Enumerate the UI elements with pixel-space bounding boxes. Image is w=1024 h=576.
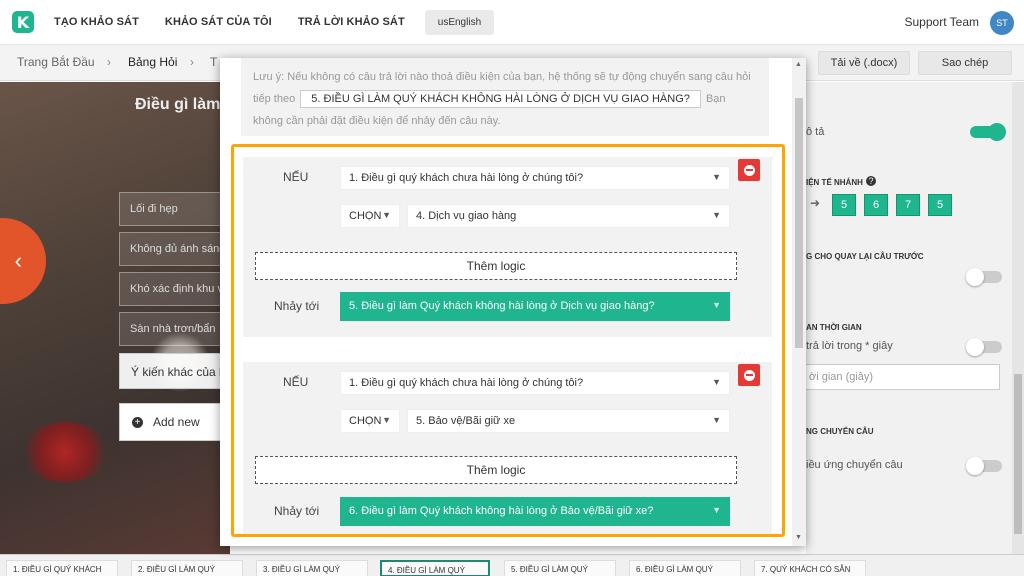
time-limit-description: trả lời trong * giây — [806, 340, 893, 352]
answer-value: 5. Bảo vệ/Bãi giữ xe — [416, 415, 516, 427]
branch-target-box[interactable]: 5 — [928, 194, 952, 216]
jump-to-label: Nhảy tới — [274, 299, 320, 313]
operator-value: CHỌN — [349, 415, 382, 427]
language-selector[interactable]: usEnglish — [424, 9, 495, 35]
auto-next-toggle[interactable] — [966, 457, 1002, 475]
condition-question-select[interactable]: 1. Điều gì quý khách chưa hài lòng ở chú… — [340, 371, 730, 395]
jump-target-select[interactable]: 5. Điều gì làm Quý khách không hài lòng … — [340, 292, 730, 321]
answer-select[interactable]: 5. Bảo vệ/Bãi giữ xe ▼ — [407, 409, 730, 433]
chevron-down-icon: ▼ — [712, 415, 721, 425]
condition-question-value: 1. Điều gì quý khách chưa hài lòng ở chú… — [349, 377, 584, 389]
chevron-down-icon: ▼ — [712, 300, 721, 310]
preview-option[interactable]: Lối đi hẹp — [119, 192, 229, 226]
chevron-down-icon: ▼ — [382, 415, 391, 425]
auto-next-description: iều ứng chuyển câu — [806, 459, 903, 471]
preview-option[interactable]: Sàn nhà trơn/bẩn — [119, 312, 229, 346]
question-tab[interactable]: 6. ĐIỀU GÌ LÀM QUÝ — [629, 560, 741, 576]
chevron-down-icon: ▼ — [382, 210, 391, 220]
minus-circle-icon — [743, 369, 755, 381]
preview-option[interactable]: Không đủ ánh sáng — [119, 232, 229, 266]
breadcrumb-start-page[interactable]: Trang Bắt Đầu — [17, 55, 95, 69]
question-tab[interactable]: 1. ĐIỀU GÌ QUÝ KHÁCH — [6, 560, 118, 576]
description-label: ô tả — [806, 126, 825, 138]
jump-to-label: Nhảy tới — [274, 504, 320, 518]
add-logic-button[interactable]: Thêm logic — [255, 252, 737, 280]
settings-panel: ô tả IỆN TẾ NHÁNH ? ➜ 5 6 7 5 G CHO QUAY… — [800, 82, 1024, 554]
branch-target-box[interactable]: 5 — [832, 194, 856, 216]
nav-create-survey[interactable]: TẠO KHẢO SÁT — [54, 16, 139, 28]
time-limit-label: AN THỜI GIAN — [806, 323, 862, 332]
question-tab[interactable]: 7. QUÝ KHÁCH CÓ SẴN — [754, 560, 866, 576]
question-tab-active[interactable]: 4. ĐIỀU GÌ LÀM QUÝ — [380, 560, 490, 576]
chevron-down-icon: ▼ — [712, 210, 721, 220]
question-tab[interactable]: 5. ĐIỀU GÌ LÀM QUÝ — [504, 560, 616, 576]
avatar[interactable]: ST — [990, 11, 1014, 35]
if-label: NẾU — [283, 375, 309, 389]
fallback-question-select[interactable]: 5. ĐIỀU GÌ LÀM QUÝ KHÁCH KHÔNG HÀI LÒNG … — [300, 90, 701, 109]
branching-logic-modal: Lưu ý: Nếu không có câu trả lời nào thoả… — [220, 58, 806, 546]
scroll-up-icon[interactable]: ▲ — [795, 61, 802, 68]
jump-target-value: 5. Điều gì làm Quý khách không hài lòng … — [349, 300, 655, 312]
nav-my-surveys[interactable]: KHẢO SÁT CỦA TÔI — [165, 16, 272, 28]
operator-value: CHỌN — [349, 210, 382, 222]
plus-icon: + — [132, 416, 143, 428]
logic-rule: NẾU 1. Điều gì quý khách chưa hài lòng ở… — [243, 157, 772, 337]
breadcrumb-separator: › — [107, 55, 111, 69]
nav-answer-survey[interactable]: TRẢ LỜI KHẢO SÁT — [298, 16, 405, 28]
preview-other-option[interactable]: Ý kiến khác của b — [119, 353, 229, 389]
operator-select[interactable]: CHỌN ▼ — [340, 409, 400, 433]
allow-back-toggle[interactable] — [966, 268, 1002, 286]
arrow-right-icon: ➜ — [810, 196, 821, 210]
copy-button[interactable]: Sao chép — [918, 51, 1012, 75]
jump-target-value: 6. Điều gì làm Quý khách không hài lòng … — [349, 505, 654, 517]
download-docx-button[interactable]: Tải về (.docx) — [818, 51, 910, 75]
chevron-down-icon: ▼ — [712, 172, 721, 182]
breadcrumb-separator: › — [190, 55, 194, 69]
condition-question-value: 1. Điều gì quý khách chưa hài lòng ở chú… — [349, 172, 584, 184]
chevron-left-icon: ‹ — [14, 248, 22, 273]
answer-select[interactable]: 4. Dịch vụ giao hàng ▼ — [407, 204, 730, 228]
delete-rule-button[interactable] — [738, 364, 760, 386]
condition-question-select[interactable]: 1. Điều gì quý khách chưa hài lòng ở chú… — [340, 166, 730, 190]
top-navbar: K TẠO KHẢO SÁT KHẢO SÁT CỦA TÔI TRẢ LỜI … — [0, 0, 1024, 45]
add-new-option-button[interactable]: + Add new — [119, 403, 229, 441]
answer-value: 4. Dịch vụ giao hàng — [416, 210, 517, 222]
question-tabs-strip: 1. ĐIỀU GÌ QUÝ KHÁCH 2. ĐIỀU GÌ LÀM QUÝ … — [0, 554, 1024, 576]
chevron-down-icon: ▼ — [712, 377, 721, 387]
page-scrollbar[interactable] — [1012, 82, 1024, 554]
branch-target-box[interactable]: 6 — [864, 194, 888, 216]
branching-label: IỆN TẾ NHÁNH — [806, 178, 863, 187]
time-seconds-input[interactable]: ời gian (giây) — [800, 364, 1000, 390]
question-tab[interactable]: 2. ĐIỀU GÌ LÀM QUÝ — [131, 560, 243, 576]
branch-target-box[interactable]: 7 — [896, 194, 920, 216]
jump-target-select[interactable]: 6. Điều gì làm Quý khách không hài lòng … — [340, 497, 730, 526]
add-new-label: Add new — [153, 415, 200, 429]
app-logo[interactable]: K — [12, 11, 34, 33]
breadcrumb-next[interactable]: T — [210, 55, 217, 69]
minus-circle-icon — [743, 164, 755, 176]
logic-rule: NẾU 1. Điều gì quý khách chưa hài lòng ở… — [243, 362, 772, 534]
preview-option[interactable]: Khó xác định khu v — [119, 272, 229, 306]
scroll-thumb[interactable] — [795, 98, 803, 348]
help-icon[interactable]: ? — [866, 176, 876, 186]
if-label: NẾU — [283, 170, 309, 184]
scroll-down-icon[interactable]: ▼ — [795, 534, 802, 541]
add-logic-button[interactable]: Thêm logic — [255, 456, 737, 484]
question-tab[interactable]: 3. ĐIỀU GÌ LÀM QUÝ — [256, 560, 368, 576]
delete-rule-button[interactable] — [738, 159, 760, 181]
fallback-note: Lưu ý: Nếu không có câu trả lời nào thoả… — [241, 58, 769, 136]
operator-select[interactable]: CHỌN ▼ — [340, 204, 400, 228]
modal-scrollbar[interactable]: ▲ ▼ — [792, 58, 806, 546]
background-flower-image — [20, 422, 110, 482]
time-limit-toggle[interactable] — [966, 338, 1002, 356]
support-team-link[interactable]: Support Team — [905, 15, 980, 29]
logic-rules-container: NẾU 1. Điều gì quý khách chưa hài lòng ở… — [231, 144, 785, 537]
chevron-down-icon: ▼ — [712, 505, 721, 515]
description-toggle[interactable] — [970, 123, 1006, 141]
breadcrumb-questionnaire[interactable]: Bảng Hỏi — [128, 55, 177, 69]
auto-next-label: NG CHUYỂN CÂU — [806, 427, 874, 436]
preview-question-title: Điều gì làm — [135, 96, 221, 113]
allow-back-label: G CHO QUAY LẠI CÂU TRƯỚC — [806, 252, 924, 261]
